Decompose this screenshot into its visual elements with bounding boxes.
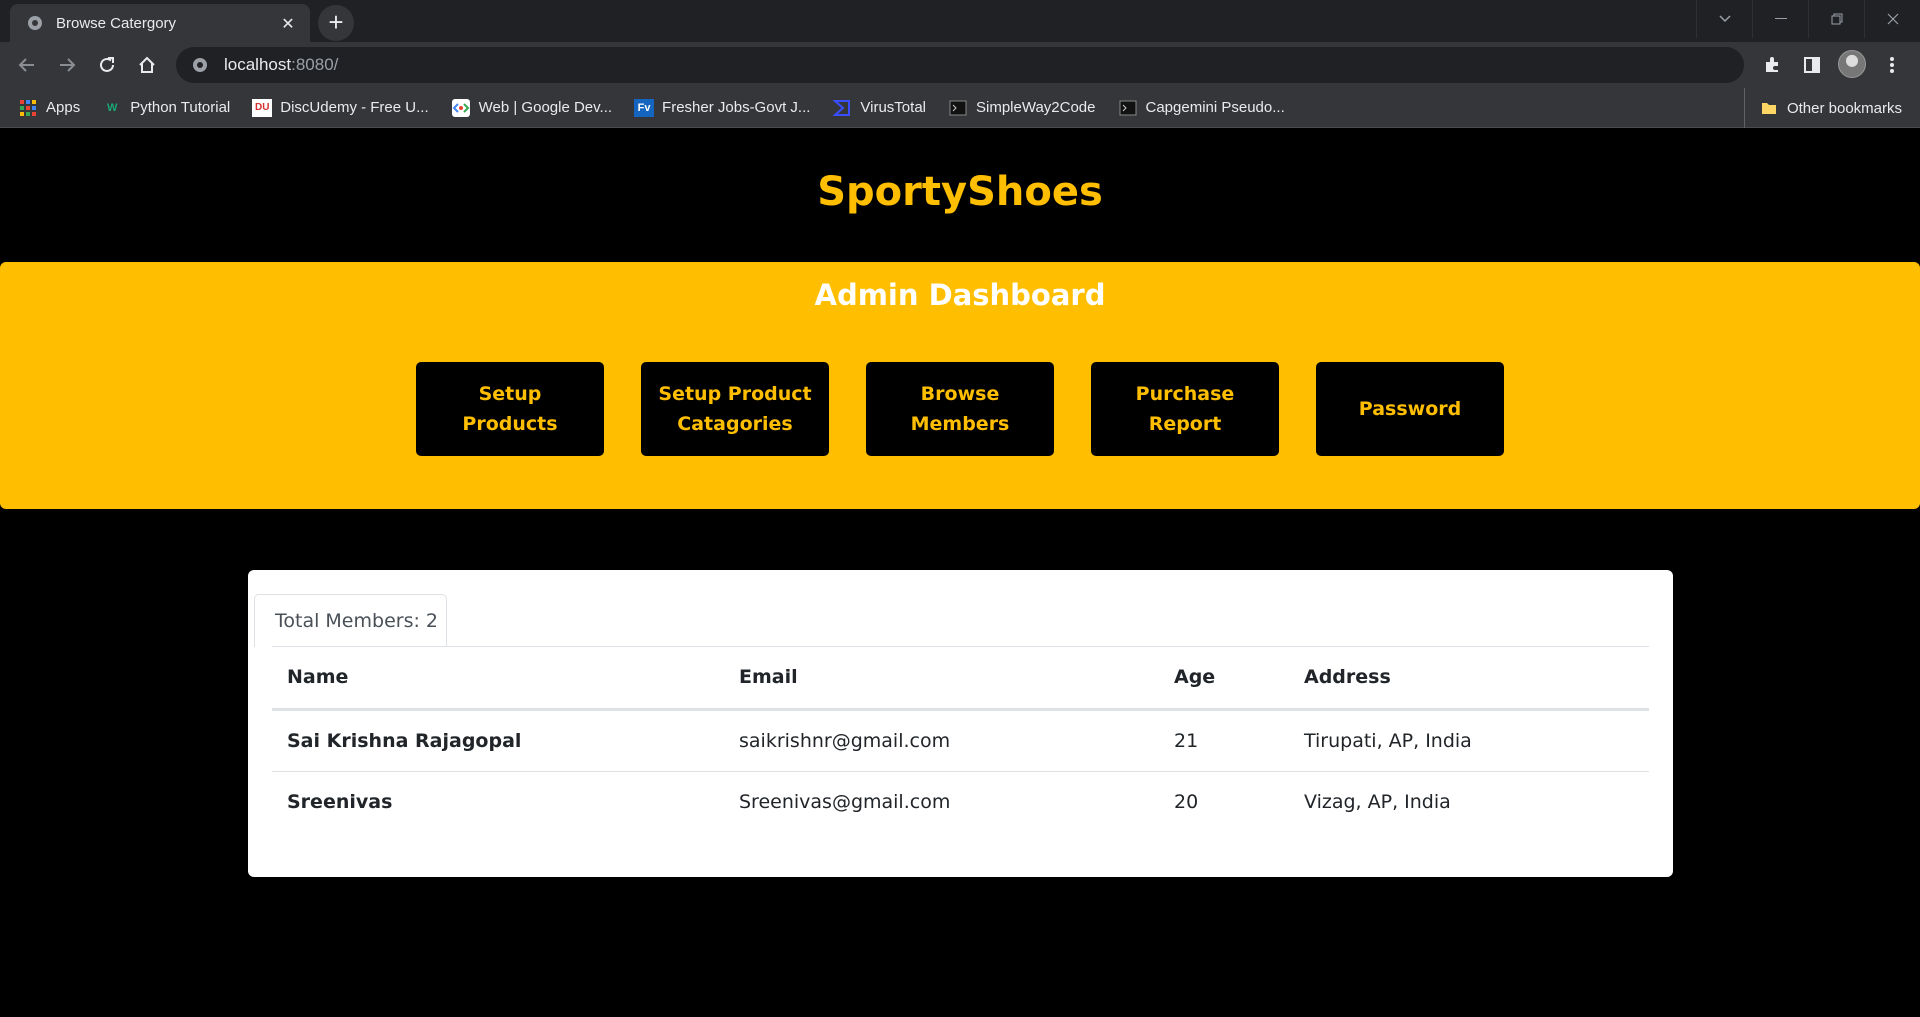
site-info-icon[interactable] (192, 56, 210, 74)
url-host: localhost (224, 55, 292, 74)
member-address: Vizag, AP, India (1304, 791, 1451, 814)
bookmark-discudemy[interactable]: DU DiscUdemy - Free U... (252, 98, 429, 117)
column-header-address: Address (1289, 647, 1649, 711)
table-row: Sai Krishna Rajagopal saikrishnr@gmail.c… (272, 709, 1649, 772)
dashboard-title: Admin Dashboard (814, 278, 1106, 312)
minimize-icon[interactable] (1752, 0, 1808, 38)
bookmark-label: Apps (46, 99, 81, 116)
column-header-age: Age (1159, 647, 1289, 711)
close-tab-icon[interactable]: ✕ (278, 14, 298, 33)
table-row: Sreenivas Sreenivas@gmail.com 20 Vizag, … (272, 771, 1649, 833)
bookmark-google-dev[interactable]: Web | Google Dev... (451, 98, 613, 117)
members-table: Name Email Age Address Sai Krishna Rajag… (272, 647, 1649, 833)
back-arrow-icon[interactable] (14, 52, 40, 78)
bookmark-label: Fresher Jobs-Govt J... (662, 99, 811, 116)
profile-avatar[interactable] (1838, 50, 1866, 78)
admin-dashboard-panel: Admin Dashboard Setup Products Setup Pro… (0, 262, 1920, 509)
member-name: Sreenivas (287, 791, 393, 814)
member-name: Sai Krishna Rajagopal (272, 709, 724, 772)
column-header-name: Name (272, 647, 724, 711)
google-dev-icon (451, 98, 471, 117)
reload-icon[interactable] (94, 52, 120, 78)
terminal-icon (948, 99, 968, 117)
restore-icon[interactable] (1808, 0, 1864, 38)
bookmark-label: Web | Google Dev... (478, 99, 613, 116)
terminal-icon (1118, 99, 1138, 117)
virustotal-icon (832, 99, 852, 117)
browse-members-button[interactable]: Browse Members (866, 362, 1054, 456)
bookmark-capgemini[interactable]: Capgemini Pseudo... (1118, 99, 1285, 117)
bookmark-label: VirusTotal (860, 99, 926, 116)
bookmark-apps[interactable]: Apps (18, 99, 80, 117)
w-logo-icon: W (107, 101, 118, 114)
bookmark-label: DiscUdemy - Free U... (280, 99, 429, 116)
globe-icon (26, 14, 44, 32)
side-panel-icon[interactable] (1798, 51, 1826, 79)
setup-products-button[interactable]: Setup Products (416, 362, 604, 456)
total-members-tab[interactable]: Total Members: 2 (254, 594, 447, 647)
forward-arrow-icon[interactable] (54, 52, 80, 78)
tab-title: Browse Catergory (56, 14, 177, 32)
browser-toolbar: localhost:8080/ (0, 42, 1920, 88)
column-header-email: Email (724, 647, 1159, 711)
discudemy-icon: DU (252, 98, 273, 117)
bookmark-virustotal[interactable]: VirusTotal (832, 99, 926, 117)
bookmark-simpleway2code[interactable]: SimpleWay2Code (948, 99, 1096, 117)
member-age: 20 (1174, 791, 1199, 814)
browser-tabstrip: Browse Catergory ✕ + (0, 0, 1920, 42)
setup-product-categories-button[interactable]: Setup Product Catagories (641, 362, 829, 456)
member-email: Sreenivas@gmail.com (739, 791, 951, 814)
other-bookmarks[interactable]: Other bookmarks (1743, 88, 1902, 128)
other-bookmarks-label: Other bookmarks (1786, 99, 1902, 117)
home-icon[interactable] (134, 52, 160, 78)
bookmark-label: Capgemini Pseudo... (1145, 99, 1285, 116)
bookmark-fresher-jobs[interactable]: Fv Fresher Jobs-Govt J... (634, 98, 811, 117)
tab-search-icon[interactable] (1696, 0, 1752, 38)
close-window-icon[interactable] (1864, 0, 1920, 38)
member-address: Tirupati, AP, India (1289, 709, 1649, 772)
member-age: 21 (1159, 709, 1289, 772)
bookmark-label: SimpleWay2Code (976, 99, 1096, 116)
more-menu-icon[interactable] (1878, 51, 1906, 79)
members-card: Total Members: 2 Name Email Age Address … (248, 570, 1673, 877)
page-content: SportyShoes Admin Dashboard Setup Produc… (0, 129, 1920, 1017)
password-button[interactable]: Password (1316, 362, 1504, 456)
address-bar[interactable]: localhost:8080/ (176, 47, 1744, 83)
table-header-row: Name Email Age Address (272, 647, 1649, 711)
browser-tab[interactable]: Browse Catergory ✕ (10, 4, 310, 42)
bookmarks-bar: Apps W Python Tutorial DU DiscUdemy - Fr… (0, 88, 1920, 128)
new-tab-button[interactable]: + (318, 5, 354, 41)
fv-icon: Fv (634, 98, 655, 117)
folder-icon (1759, 99, 1779, 117)
bookmark-label: Python Tutorial (130, 99, 231, 116)
brand-title: SportyShoes (817, 169, 1103, 215)
extensions-puzzle-icon[interactable] (1758, 51, 1786, 79)
apps-grid-icon (18, 99, 38, 117)
member-email: saikrishnr@gmail.com (724, 709, 1159, 772)
url-port: :8080/ (291, 55, 339, 74)
purchase-report-button[interactable]: Purchase Report (1091, 362, 1279, 456)
window-controls (1696, 0, 1920, 38)
bookmark-python-tutorial[interactable]: W Python Tutorial (102, 99, 230, 117)
